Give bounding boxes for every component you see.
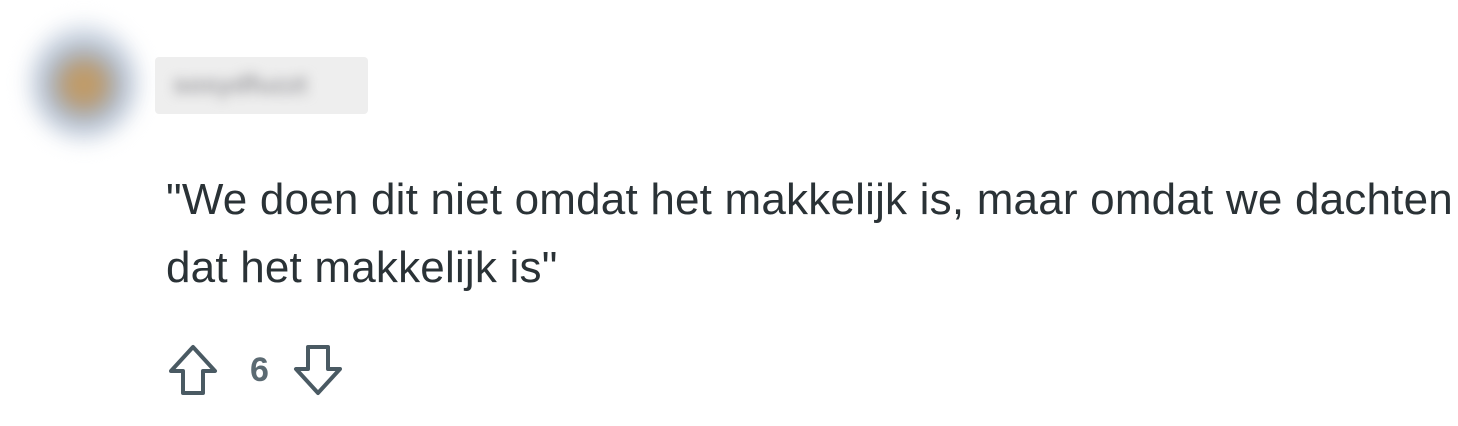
vote-score: 6 <box>250 351 269 389</box>
username-redacted[interactable]: sosydfuzzt <box>155 57 368 114</box>
vote-bar: 6 <box>166 342 345 398</box>
arrow-down-outline-icon <box>293 345 342 395</box>
arrow-up-outline-icon <box>169 345 217 395</box>
avatar[interactable] <box>28 22 140 142</box>
upvote-button[interactable] <box>166 342 220 398</box>
username: sosydfuzzt <box>173 69 308 99</box>
comment-body: "We doen dit niet omdat het makkelijk is… <box>166 175 1453 292</box>
comment: sosydfuzzt "We doen dit niet omdat het m… <box>0 0 1458 426</box>
downvote-button[interactable] <box>291 342 345 398</box>
